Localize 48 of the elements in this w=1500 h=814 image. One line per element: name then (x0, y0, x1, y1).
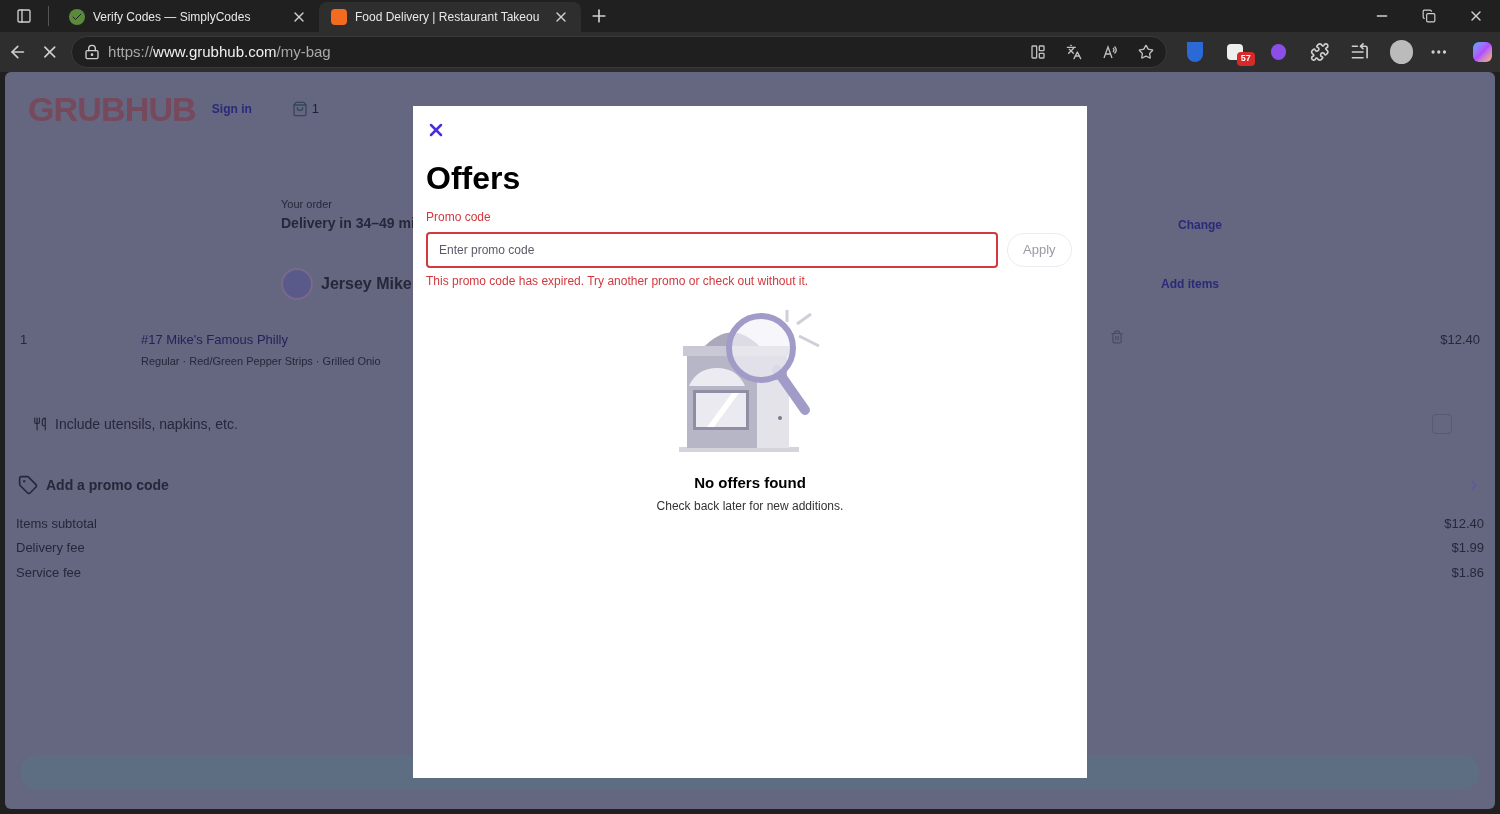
shield-icon[interactable] (1187, 42, 1203, 62)
restore-icon[interactable] (1422, 9, 1436, 23)
utensils-icon (33, 417, 47, 431)
empty-title: No offers found (694, 473, 806, 493)
restaurant-name: Jersey Mike (321, 273, 412, 294)
app-grid-icon[interactable] (1030, 44, 1047, 60)
field-label: Promo code (426, 209, 492, 226)
order-label: Your order (281, 197, 333, 212)
url-text: https://www.grubhub.com/my-bag (108, 41, 331, 62)
utensils-label: Include utensils, napkins, etc. (55, 414, 238, 434)
item-price: $12.40 (1440, 330, 1480, 349)
fee-amount: $1.99 (1451, 539, 1484, 557)
promo-code-field[interactable]: Enter promo code (426, 232, 998, 268)
notification-badge: 57 (1236, 52, 1255, 66)
fee-amount: $1.86 (1451, 563, 1484, 582)
item-quantity: 1 (20, 330, 29, 349)
sign-in-link[interactable]: Sign in (211, 100, 252, 118)
sidebar-toggle-icon[interactable] (16, 8, 32, 24)
item-name[interactable]: #17 Mike's Famous Philly (141, 329, 381, 349)
add-items-link[interactable]: Add items (1161, 274, 1219, 293)
star-icon[interactable] (1138, 44, 1155, 60)
puzzle-icon[interactable] (1310, 42, 1330, 62)
dialog-title: Offers (426, 159, 522, 198)
avatar-icon[interactable] (1389, 40, 1413, 64)
browser-tab[interactable]: Verify Codes — SimplyCodes (57, 2, 319, 32)
fee-amount: $12.40 (1444, 514, 1484, 533)
translate-icon[interactable] (1066, 44, 1083, 60)
site-logo-icon (331, 9, 347, 25)
empty-text: Check back later for new additions. (656, 497, 844, 515)
lock-icon (84, 44, 101, 60)
fee-label: Delivery fee (16, 539, 85, 557)
fee-label: Items subtotal (16, 514, 97, 533)
change-link[interactable]: Change (1178, 215, 1222, 234)
check-logo-icon (69, 9, 85, 25)
restaurant-logo (281, 267, 313, 300)
read-aloud-icon[interactable] (1102, 44, 1119, 60)
tag-icon (18, 475, 38, 495)
browser-tab[interactable]: Food Delivery | Restaurant Takeou (319, 2, 581, 32)
fee-label: Service fee (16, 563, 82, 582)
address-bar[interactable]: https://www.grubhub.com/my-bag (71, 36, 1168, 68)
bag-count: 1 (311, 100, 320, 119)
tab-title: Food Delivery | Restaurant Takeou (355, 9, 541, 26)
error-message: This promo code has expired. Try another promo or check out without it. (426, 273, 810, 290)
add-promo-code-link[interactable]: Add a promo code (46, 474, 169, 496)
favorites-icon[interactable] (1350, 42, 1370, 62)
item-options: Regular · Red/Green Pepper Strips · Grilled Onio (141, 353, 381, 370)
extension-icon[interactable] (1226, 44, 1243, 60)
tab-title: Verify Codes — SimplyCodes (93, 9, 252, 26)
